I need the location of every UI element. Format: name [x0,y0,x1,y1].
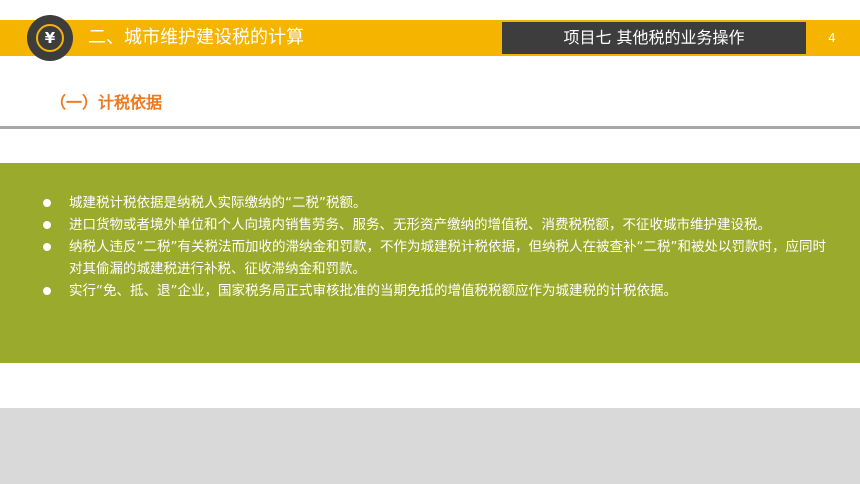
bullet-list: 城建税计税依据是纳税人实际缴纳的“二税”税额。 进口货物或者境外单位和个人向境内… [42,192,832,302]
bullet-dot-icon [43,199,51,207]
bullet-text: 实行“免、抵、退”企业，国家税务局正式审核批准的当期免抵的增值税税额应作为城建税… [69,283,677,299]
section-title: （一）计税依据 [50,93,163,112]
bullet-text: 进口货物或者境外单位和个人向境内销售劳务、服务、无形资产缴纳的增值税、消费税税额… [69,217,771,233]
page-number: 4 [828,31,836,45]
bullet-item: 进口货物或者境外单位和个人向境内销售劳务、服务、无形资产缴纳的增值税、消费税税额… [42,214,832,236]
bullet-dot-icon [43,221,51,229]
project-label: 项目七 其他税的业务操作 [502,22,806,54]
bullet-dot-icon [43,243,51,251]
bullet-item: 纳税人违反“二税”有关税法而加收的滞纳金和罚款，不作为城建税计税依据，但纳税人在… [42,236,832,280]
bullet-item: 实行“免、抵、退”企业，国家税务局正式审核批准的当期免抵的增值税税额应作为城建税… [42,280,832,302]
bullet-dot-icon [43,287,51,295]
bullet-item: 城建税计税依据是纳税人实际缴纳的“二税”税额。 [42,192,832,214]
yen-icon: ¥ [36,24,64,52]
bullet-text: 纳税人违反“二税”有关税法而加收的滞纳金和罚款，不作为城建税计税依据，但纳税人在… [69,239,826,277]
header-title: 二、城市维护建设税的计算 [88,27,304,48]
divider [0,126,860,129]
footer-band [0,408,860,484]
bullet-text: 城建税计税依据是纳税人实际缴纳的“二税”税额。 [69,195,367,211]
